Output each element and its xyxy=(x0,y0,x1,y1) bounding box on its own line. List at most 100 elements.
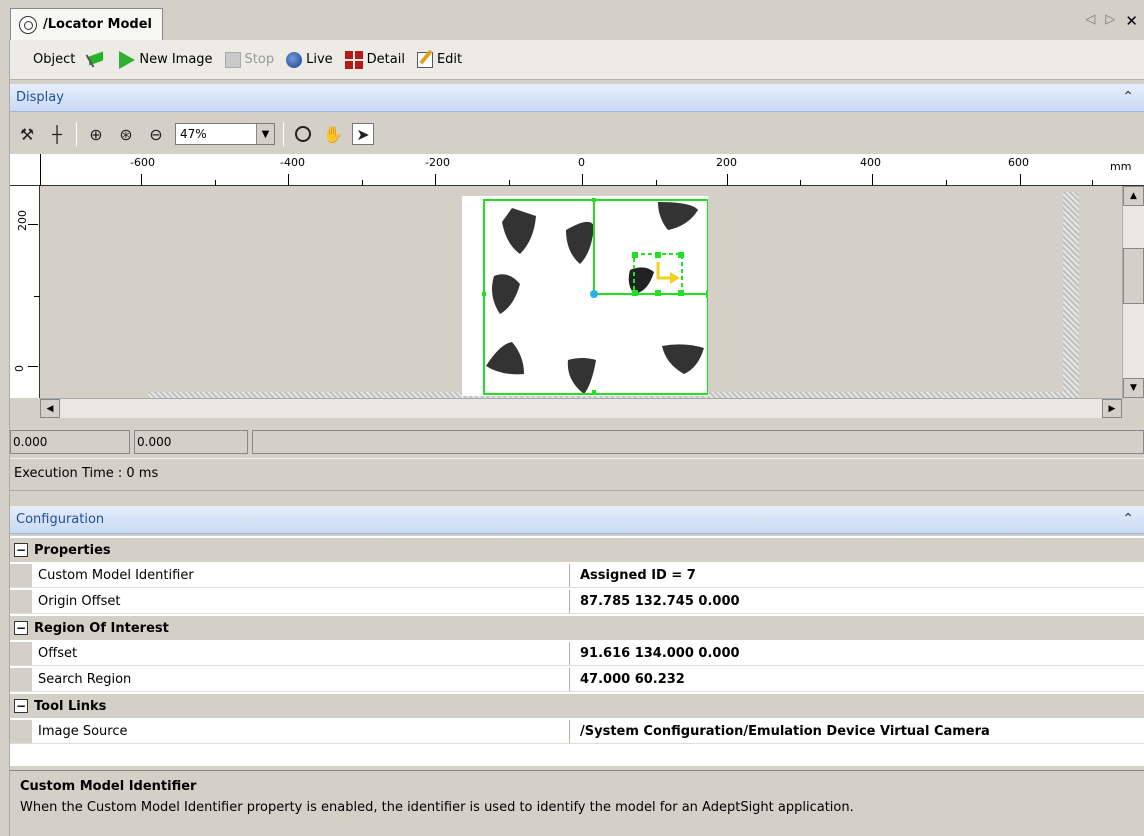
category-label: Properties xyxy=(34,542,111,558)
coord-x: 0.000 xyxy=(10,430,130,454)
scroll-left-button[interactable]: ◀ xyxy=(40,399,60,418)
part-blob xyxy=(566,221,594,264)
category-tool-links[interactable]: − Tool Links xyxy=(10,694,1144,718)
ruler-label: 200 xyxy=(716,156,737,169)
help-panel: Custom Model Identifier When the Custom … xyxy=(10,770,1144,836)
collapse-box-icon[interactable]: − xyxy=(14,699,28,713)
roi-handle[interactable] xyxy=(632,290,638,296)
ruler-label: 0 xyxy=(13,365,26,372)
ruler-top: -600 -400 -200 0 200 400 600 mm xyxy=(10,154,1144,186)
tab-close-button[interactable]: ✕ xyxy=(1125,12,1138,30)
tab-next-button[interactable]: ▷ xyxy=(1105,12,1115,30)
roi-handle[interactable] xyxy=(678,290,684,296)
configuration-section-header[interactable]: Configuration ⌃ xyxy=(10,506,1144,534)
stop-button[interactable]: Stop xyxy=(222,49,278,71)
collapse-box-icon[interactable]: − xyxy=(14,621,28,635)
property-grid: − Properties Custom Model Identifier Ass… xyxy=(10,536,1144,766)
out-of-bounds-hatch xyxy=(1063,192,1079,396)
part-blob xyxy=(567,358,596,394)
zoom-in-icon[interactable]: ⊕ xyxy=(85,123,107,145)
panel-splitter[interactable] xyxy=(10,490,1144,500)
camera-image[interactable] xyxy=(462,196,714,396)
roi-handle[interactable] xyxy=(655,290,661,296)
object-label: Object xyxy=(33,52,76,67)
object-menu[interactable]: Object xyxy=(30,49,78,70)
property-value[interactable]: Assigned ID = 7 xyxy=(570,568,696,583)
property-row[interactable]: Custom Model Identifier Assigned ID = 7 xyxy=(10,564,1144,588)
category-region-of-interest[interactable]: − Region Of Interest xyxy=(10,616,1144,640)
zoom-fit-icon[interactable]: ⊛ xyxy=(115,123,137,145)
property-value[interactable]: 47.000 60.232 xyxy=(570,672,685,687)
display-section-header[interactable]: Display ⌃ xyxy=(10,84,1144,112)
part-blob xyxy=(486,342,524,375)
tab-title: /Locator Model xyxy=(43,17,152,32)
detail-label: Detail xyxy=(366,52,405,67)
new-image-label: New Image xyxy=(139,52,213,67)
scroll-right-button[interactable]: ▶ xyxy=(1102,399,1122,418)
edit-button[interactable]: Edit xyxy=(414,49,465,71)
property-row[interactable]: Search Region 47.000 60.232 xyxy=(10,668,1144,692)
ruler-label: 0 xyxy=(578,156,585,169)
pan-hand-icon[interactable]: ✋ xyxy=(322,123,344,145)
chevron-down-icon[interactable]: ▼ xyxy=(256,124,274,144)
left-edge xyxy=(0,40,10,836)
tab-bar: /Locator Model ◁ ▷ ✕ xyxy=(0,0,1144,40)
toolbar-separator xyxy=(283,122,284,146)
collapse-box-icon[interactable]: − xyxy=(14,543,28,557)
category-properties[interactable]: − Properties xyxy=(10,538,1144,562)
collapse-chevron-icon[interactable]: ⌃ xyxy=(1122,89,1134,105)
live-label: Live xyxy=(306,52,333,67)
property-row[interactable]: Offset 91.616 134.000 0.000 xyxy=(10,642,1144,666)
ruler-unit: mm xyxy=(1110,160,1132,173)
ruler-label: -600 xyxy=(130,156,155,169)
part-blob xyxy=(658,202,698,230)
roi-handle[interactable] xyxy=(482,292,486,296)
roi-handle[interactable] xyxy=(592,198,596,202)
property-row[interactable]: Origin Offset 87.785 132.745 0.000 xyxy=(10,590,1144,614)
property-name: Search Region xyxy=(10,668,570,691)
live-button[interactable]: Live xyxy=(283,49,336,71)
zoom-out-icon[interactable]: ⊖ xyxy=(145,123,167,145)
scroll-thumb[interactable] xyxy=(1123,248,1144,304)
property-row[interactable]: Image Source /System Configuration/Emula… xyxy=(10,720,1144,744)
pointer-icon[interactable]: ➤ xyxy=(352,123,374,145)
flag-icon xyxy=(87,53,107,67)
coord-status xyxy=(252,430,1144,454)
display-toolbar: ⚒ ┼ ⊕ ⊛ ⊖ 47% ▼ ✋ ➤ xyxy=(10,116,1144,152)
toolbar-separator xyxy=(76,122,77,146)
new-image-button[interactable]: New Image xyxy=(116,48,215,72)
roi-handle[interactable] xyxy=(655,252,661,258)
scroll-down-button[interactable]: ▼ xyxy=(1123,378,1144,398)
roi-handle[interactable] xyxy=(632,252,638,258)
magnifier-icon[interactable] xyxy=(292,123,314,145)
tab-locator-model[interactable]: /Locator Model xyxy=(10,8,163,40)
detail-button[interactable]: Detail xyxy=(342,48,408,72)
part-blob xyxy=(502,208,536,254)
crosshair-icon[interactable]: ┼ xyxy=(46,123,68,145)
configuration-title: Configuration xyxy=(16,512,105,527)
property-name: Origin Offset xyxy=(10,590,570,613)
property-value[interactable]: 91.616 134.000 0.000 xyxy=(570,646,740,661)
roi-handle[interactable] xyxy=(592,390,596,394)
zoom-select[interactable]: 47% ▼ xyxy=(175,123,275,145)
stop-icon xyxy=(224,51,241,68)
image-viewer[interactable]: -600 -400 -200 0 200 400 600 mm 200 0 ▲ … xyxy=(10,154,1144,430)
roi-handle[interactable] xyxy=(678,252,684,258)
flag-button[interactable] xyxy=(84,50,110,70)
origin-point[interactable] xyxy=(590,290,598,298)
play-icon xyxy=(119,50,136,69)
property-value[interactable]: 87.785 132.745 0.000 xyxy=(570,594,740,609)
tab-prev-button[interactable]: ◁ xyxy=(1085,12,1095,30)
camera-live-icon xyxy=(286,51,303,68)
horizontal-scrollbar[interactable]: ◀ ▶ xyxy=(40,398,1122,418)
tools-icon[interactable]: ⚒ xyxy=(16,123,38,145)
property-value[interactable]: /System Configuration/Emulation Device V… xyxy=(570,724,990,739)
collapse-chevron-icon[interactable]: ⌃ xyxy=(1122,511,1134,527)
display-title: Display xyxy=(16,90,64,105)
property-name: Custom Model Identifier xyxy=(10,564,570,587)
property-name: Image Source xyxy=(10,720,570,743)
vertical-scrollbar[interactable]: ▲ ▼ xyxy=(1122,186,1144,398)
edit-icon xyxy=(416,51,433,68)
main-toolbar: Object New Image Stop Live Detail Edit xyxy=(10,40,1144,80)
scroll-up-button[interactable]: ▲ xyxy=(1123,186,1144,206)
